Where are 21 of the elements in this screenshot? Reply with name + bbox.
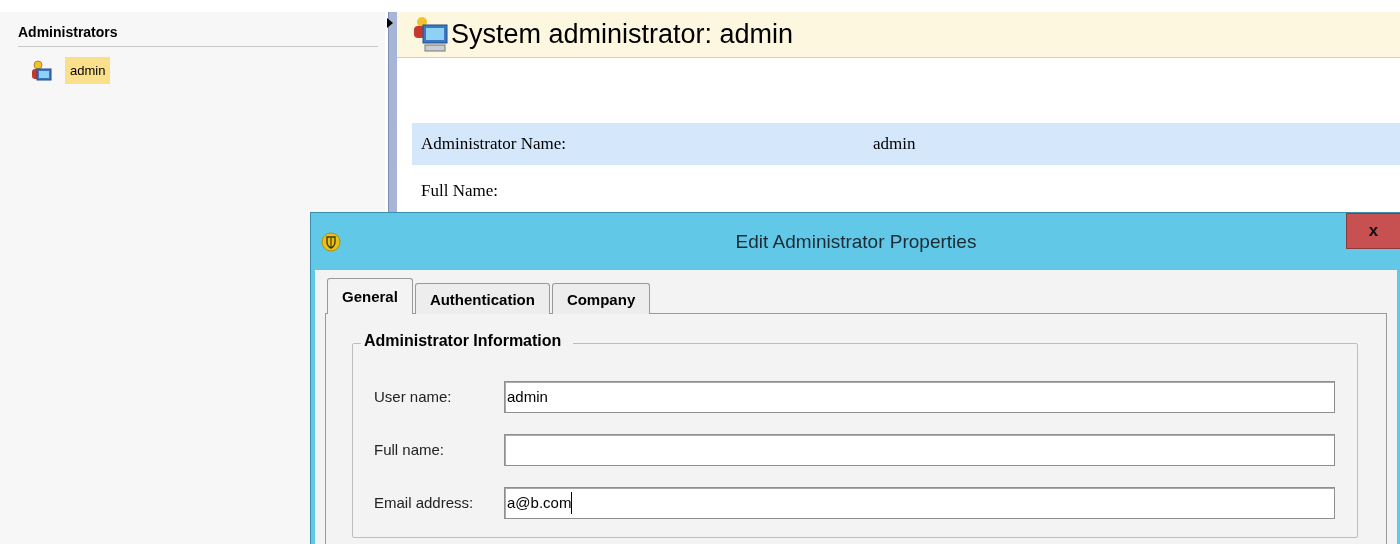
sidebar-item[interactable]: admin — [65, 57, 111, 84]
tab[interactable]: Company — [551, 283, 651, 314]
tab[interactable]: Authentication — [414, 283, 550, 314]
dialog-title: Edit Administrator Properties — [735, 230, 977, 253]
expand-arrow-icon[interactable] — [387, 18, 393, 28]
tab[interactable]: General — [327, 278, 413, 314]
user-computer-icon — [413, 16, 449, 53]
detail-label: Administrator Name: — [421, 134, 567, 154]
field-label: Full name: — [374, 441, 446, 458]
close-button[interactable]: x — [1346, 213, 1400, 249]
detail-value: admin — [873, 134, 916, 154]
field-label: User name: — [374, 388, 453, 405]
input-field[interactable]: admin — [504, 380, 1335, 413]
detail-label: Full Name: — [421, 181, 499, 201]
input-field[interactable] — [504, 433, 1335, 466]
page-title: System administrator: admin — [451, 19, 794, 50]
user-computer-icon — [31, 59, 53, 82]
input-field[interactable]: a@b.com — [504, 486, 1335, 519]
field-label: Email address: — [374, 494, 475, 511]
shield-icon — [321, 231, 341, 252]
sidebar-title: Administrators — [18, 22, 378, 47]
